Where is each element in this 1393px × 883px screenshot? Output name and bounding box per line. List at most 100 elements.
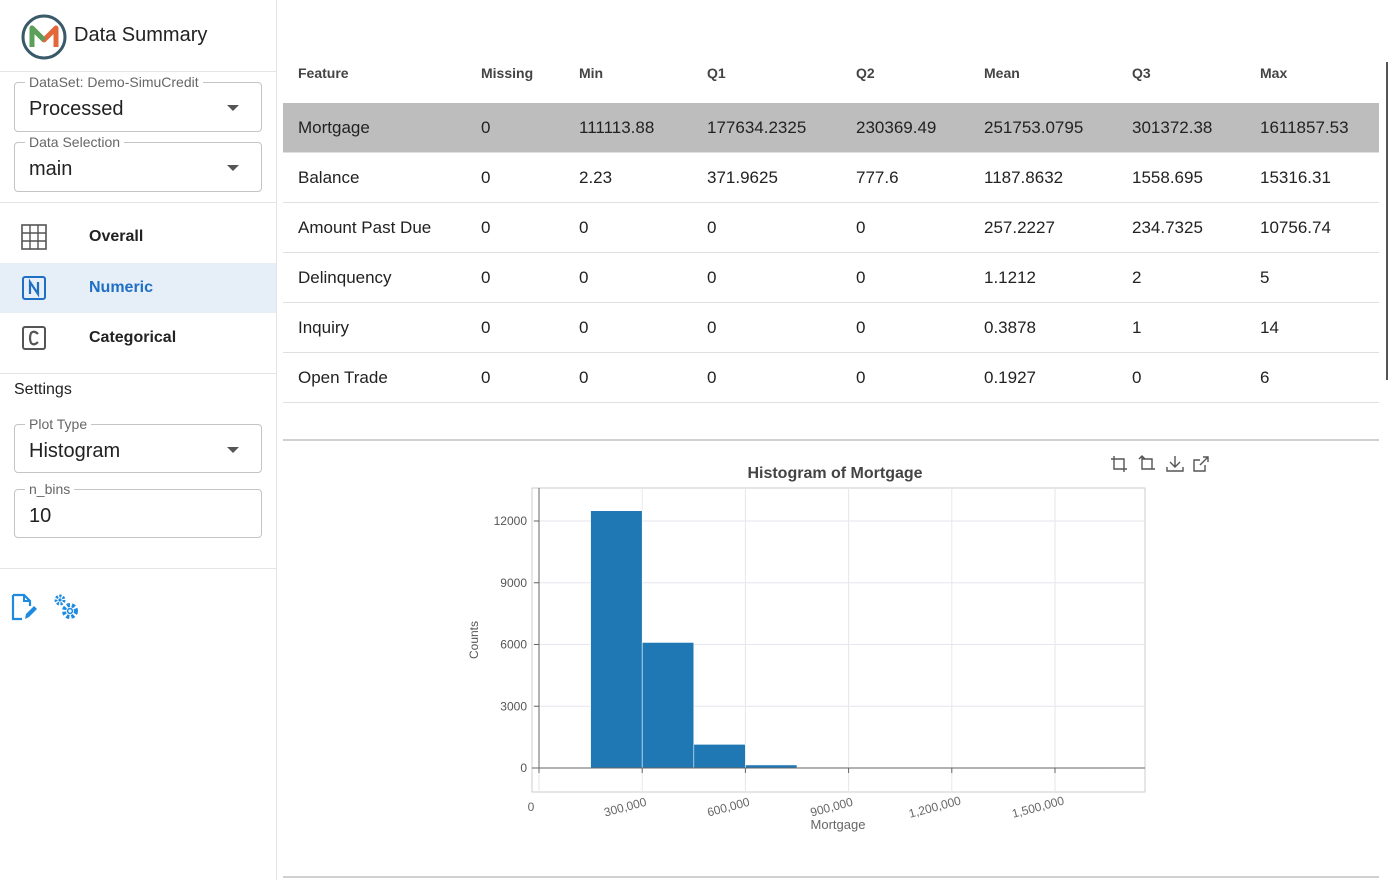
nav-item-numeric[interactable]: Numeric <box>0 263 276 313</box>
table-row[interactable]: Inquiry 0 0 0 0 0.3878 1 14 <box>283 303 1379 353</box>
cell-feature: Amount Past Due <box>298 218 432 237</box>
column-header-min[interactable]: Min <box>579 65 603 81</box>
histogram-chart: Histogram of Mortgage 0 3000 6000 9000 12000… <box>467 465 1146 832</box>
cell-mean: 1.1212 <box>984 268 1036 287</box>
plot-type-select[interactable]: Plot Type Histogram <box>14 416 262 473</box>
x-tick-label: 1,500,000 <box>1010 793 1066 820</box>
cell-max: 1611857.53 <box>1260 118 1349 137</box>
data-selection-value: main <box>29 158 73 180</box>
column-header-mean[interactable]: Mean <box>984 65 1020 81</box>
data-selection-select[interactable]: Data Selection main <box>14 134 262 192</box>
edit-document-icon[interactable] <box>9 592 39 622</box>
y-axis-label: Counts <box>467 621 481 659</box>
column-header-q1[interactable]: Q1 <box>707 65 726 81</box>
cell-feature: Mortgage <box>298 118 370 137</box>
x-axis-label: Mortgage <box>811 817 866 832</box>
divider <box>0 568 276 569</box>
summary-table: Feature Missing Min Q1 Q2 Mean Q3 Max Mo… <box>283 7 1379 441</box>
cell-max: 5 <box>1260 268 1270 287</box>
vertical-scrollbar[interactable] <box>1383 0 1393 880</box>
cell-missing: 0 <box>481 168 491 187</box>
cell-q3: 1 <box>1132 318 1142 337</box>
cell-q2: 230369.49 <box>856 118 937 137</box>
x-tick-label: 0 <box>528 800 535 814</box>
nav-item-overall[interactable]: Overall <box>0 212 276 262</box>
app-title: Data Summary <box>74 24 208 46</box>
sidebar: Data Summary DataSet: Demo-SimuCredit Pr… <box>0 0 277 880</box>
cell-feature: Delinquency <box>298 268 392 287</box>
cell-q2: 0 <box>856 268 866 287</box>
cell-q1: 0 <box>707 368 717 387</box>
zoom-reset-icon[interactable] <box>1137 454 1157 474</box>
cell-feature: Balance <box>298 168 360 187</box>
chevron-down-icon <box>227 105 239 111</box>
table-header: Feature Missing Min Q1 Q2 Mean Q3 Max <box>283 7 1379 103</box>
cell-q3: 234.7325 <box>1132 218 1203 237</box>
table-row[interactable]: Balance 0 2.23 371.9625 777.6 1187.8632 … <box>283 153 1379 203</box>
chart-title: Histogram of Mortgage <box>747 465 922 482</box>
cell-missing: 0 <box>481 368 491 387</box>
column-header-feature[interactable]: Feature <box>298 65 349 81</box>
open-external-icon[interactable] <box>1191 454 1211 474</box>
table-row[interactable]: Delinquency 0 0 0 0 1.1212 2 5 <box>283 253 1379 303</box>
cell-q3: 1558.695 <box>1132 168 1203 187</box>
main-content: Feature Missing Min Q1 Q2 Mean Q3 Max Mo… <box>283 7 1379 880</box>
cell-max: 15316.31 <box>1260 168 1331 187</box>
table-row[interactable]: Amount Past Due 0 0 0 0 257.2227 234.732… <box>283 203 1379 253</box>
brand-header: Data Summary <box>0 0 276 72</box>
chart-toolbox <box>1109 454 1219 476</box>
cell-mean: 1187.8632 <box>984 168 1064 187</box>
x-tick-label: 900,000 <box>809 795 855 820</box>
cell-max: 10756.74 <box>1260 218 1331 237</box>
column-header-missing[interactable]: Missing <box>481 65 533 81</box>
cell-max: 6 <box>1260 368 1270 387</box>
divider <box>0 202 276 203</box>
cell-q2: 0 <box>856 368 866 387</box>
chevron-down-icon <box>227 165 239 171</box>
cell-q1: 0 <box>707 268 717 287</box>
dataset-select[interactable]: DataSet: Demo-SimuCredit Processed <box>14 74 262 132</box>
histogram-bar <box>590 510 643 769</box>
scrollbar-thumb[interactable] <box>1386 62 1388 380</box>
y-tick-label: 3000 <box>500 699 527 713</box>
histogram-panel: Histogram of Mortgage 0 3000 6000 9000 12000… <box>283 444 1379 878</box>
cell-min: 0 <box>579 268 589 287</box>
cell-q1: 0 <box>707 318 717 337</box>
cell-min: 2.23 <box>579 168 613 187</box>
cell-mean: 257.2227 <box>984 218 1055 237</box>
cell-feature: Open Trade <box>298 368 388 387</box>
dataset-legend: DataSet: Demo-SimuCredit <box>25 74 203 90</box>
chevron-down-icon <box>227 447 239 453</box>
zoom-icon[interactable] <box>1109 454 1129 474</box>
gear-icon[interactable] <box>52 592 82 622</box>
column-header-q3[interactable]: Q3 <box>1132 65 1151 81</box>
cell-q2: 0 <box>856 218 866 237</box>
y-tick-label: 9000 <box>500 576 527 590</box>
cell-missing: 0 <box>481 268 491 287</box>
cell-q1: 0 <box>707 218 717 237</box>
table-row[interactable]: Open Trade 0 0 0 0 0.1927 0 6 <box>283 353 1379 403</box>
table-row[interactable]: Mortgage 0 111113.88 177634.2325 230369.… <box>283 103 1379 153</box>
y-tick-label: 0 <box>520 761 527 775</box>
dataset-value: Processed <box>29 98 124 120</box>
x-tick-label: 1,200,000 <box>907 793 963 820</box>
cell-missing: 0 <box>481 118 491 137</box>
cell-q3: 0 <box>1132 368 1142 387</box>
column-header-max[interactable]: Max <box>1260 65 1287 81</box>
column-header-q2[interactable]: Q2 <box>856 65 875 81</box>
data-selection-legend: Data Selection <box>25 134 125 150</box>
nav-item-categorical[interactable]: Categorical <box>0 313 276 363</box>
cell-min: 0 <box>579 368 589 387</box>
x-tick-label: 300,000 <box>602 795 648 820</box>
cell-q3: 2 <box>1132 268 1142 287</box>
cell-missing: 0 <box>481 318 491 337</box>
n-bins-input[interactable]: n_bins 10 <box>14 481 262 538</box>
nav-label-overall: Overall <box>89 228 144 245</box>
download-icon[interactable] <box>1165 454 1185 474</box>
categorical-c-icon <box>22 326 46 350</box>
cell-q2: 0 <box>856 318 866 337</box>
cell-mean: 0.1927 <box>984 368 1036 387</box>
grid-icon <box>21 224 47 250</box>
cell-q2: 777.6 <box>856 168 899 187</box>
cell-feature: Inquiry <box>298 318 350 337</box>
